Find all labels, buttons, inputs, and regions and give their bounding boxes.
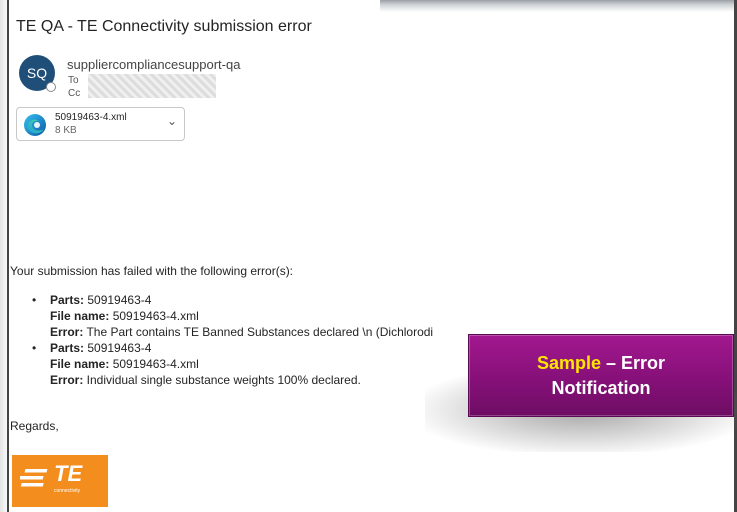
sender-initials: SQ (26, 65, 48, 81)
error-line: Error: Individual single substance weigh… (32, 372, 433, 388)
attachment-file-size: 8 KB (55, 125, 77, 136)
file-name-value: 50919463-4.xml (109, 309, 199, 323)
te-logo-text: TE (54, 461, 83, 486)
closing-text: Regards, (10, 419, 59, 433)
sender-name[interactable]: suppliercompliancesupport-qa (67, 57, 240, 72)
parts-value: 50919463-4 (84, 293, 152, 307)
te-logo-lines-icon (20, 469, 48, 487)
error-list: Parts: 50919463-4 File name: 50919463-4.… (32, 292, 433, 388)
presence-status-icon (46, 82, 56, 92)
callout-highlight: Sample (536, 352, 601, 373)
window-shadow (380, 0, 737, 12)
callout-line-2: Notification (551, 377, 651, 398)
callout-line-1: Sample – Error (537, 351, 665, 376)
te-logo-subtext: connectivity (54, 488, 81, 494)
window-frame-left (0, 0, 9, 512)
error-item: Parts: 50919463-4 (32, 292, 433, 308)
parts-label: Parts: (50, 293, 85, 307)
redacted-recipients (88, 74, 216, 98)
file-name-label: File name: (50, 357, 110, 371)
file-name-value: 50919463-4.xml (109, 357, 199, 371)
file-name-line: File name: 50919463-4.xml (32, 356, 433, 372)
error-item: Parts: 50919463-4 (32, 340, 433, 356)
parts-label: Parts: (50, 341, 85, 355)
error-intro-text: Your submission has failed with the foll… (10, 264, 294, 278)
te-connectivity-logo: TE connectivity (12, 455, 108, 507)
file-name-line: File name: 50919463-4.xml (32, 308, 433, 324)
to-label: To (68, 75, 79, 86)
callout-rest: – Error (601, 352, 666, 373)
error-value: Individual single substance weights 100%… (83, 373, 361, 387)
file-name-label: File name: (50, 309, 110, 323)
error-line: Error: The Part contains TE Banned Subst… (32, 324, 433, 340)
parts-value: 50919463-4 (84, 341, 152, 355)
sample-callout-box: Sample – Error Notification (468, 334, 734, 417)
error-value: The Part contains TE Banned Substances d… (83, 325, 434, 339)
attachment-card[interactable]: 50919463-4.xml 8 KB ⌄ (16, 107, 185, 141)
edge-browser-icon (24, 114, 46, 136)
attachment-file-name: 50919463-4.xml (55, 112, 127, 123)
cc-label: Cc (68, 88, 81, 99)
email-subject: TE QA - TE Connectivity submission error (16, 18, 312, 35)
error-label: Error: (50, 325, 84, 339)
error-label: Error: (50, 373, 84, 387)
chevron-down-icon[interactable]: ⌄ (167, 114, 177, 128)
